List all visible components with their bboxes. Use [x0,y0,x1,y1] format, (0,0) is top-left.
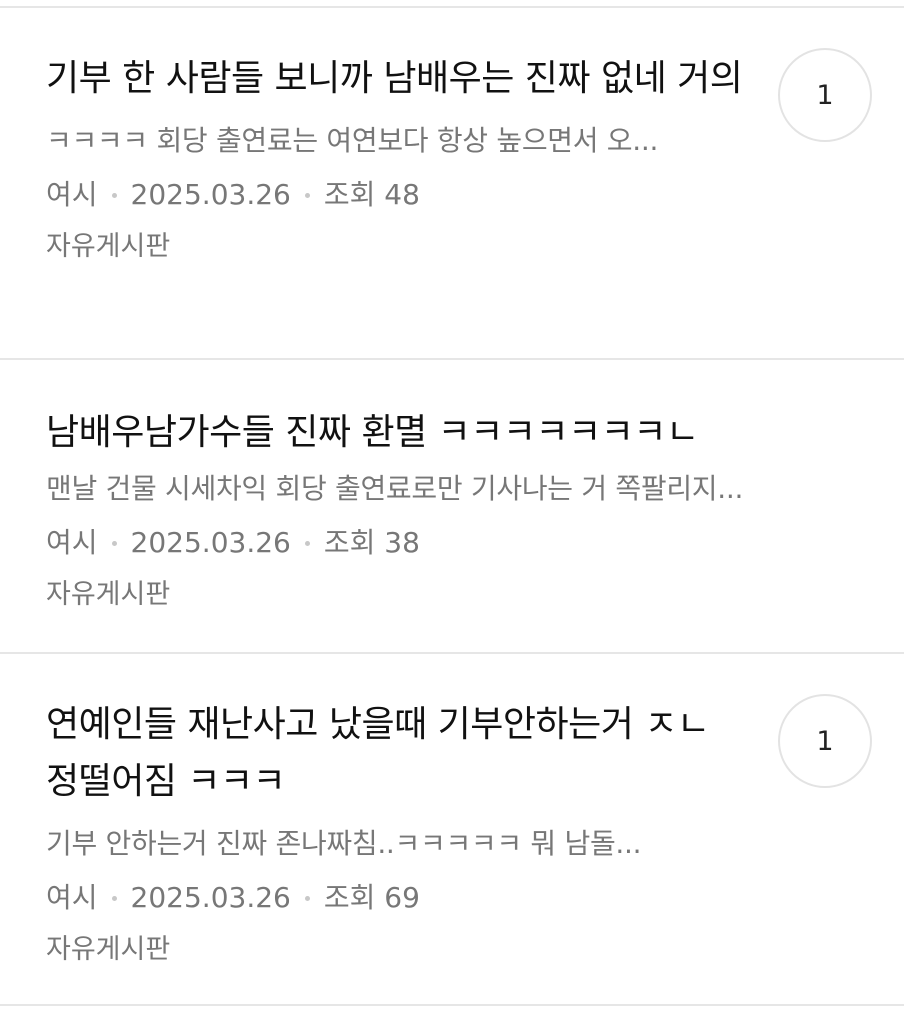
separator-dot [304,540,310,546]
post-snippet: ㅋㅋㅋㅋ 회당 출연료는 여연보다 항상 높으면서 오... [46,124,659,157]
post-board[interactable]: 자유게시판 [46,930,858,970]
post-date: 2025.03.26 [130,526,291,559]
separator-dot [111,192,117,198]
post-item[interactable]: 남배우남가수들 진짜 환멸 ㅋㅋㅋㅋㅋㅋㅋㄴ 맨날 건물 시세차익 회당 출연료… [0,360,904,654]
post-meta: 여시 2025.03.26 조회 69 [46,878,858,918]
separator-dot [304,895,310,901]
post-author: 여시 [46,526,98,559]
separator-dot [304,192,310,198]
comment-count-badge[interactable]: 1 [778,48,872,142]
post-views: 조회 38 [323,526,420,559]
post-author: 여시 [46,881,98,914]
separator-dot [111,540,117,546]
post-board[interactable]: 자유게시판 [46,575,858,615]
comment-count-badge[interactable]: 1 [778,694,872,788]
post-list: 기부 한 사람들 보니까 남배우는 진짜 없네 거의 ㅋㅋㅋㅋ 회당 출연료는 … [0,6,904,1030]
post-board[interactable]: 자유게시판 [46,227,858,267]
post-meta: 여시 2025.03.26 조회 38 [46,523,858,563]
post-item[interactable]: 기부 한 사람들 보니까 남배우는 진짜 없네 거의 ㅋㅋㅋㅋ 회당 출연료는 … [0,8,904,360]
post-item[interactable]: 연예인들 재난사고 났을때 기부안하는거 ㅈㄴ 정떨어짐 ㅋㅋㅋ 기부 안하는거… [0,654,904,1006]
post-title[interactable]: 기부 한 사람들 보니까 남배우는 진짜 없네 거의 [46,50,746,107]
post-title[interactable]: 연예인들 재난사고 났을때 기부안하는거 ㅈㄴ 정떨어짐 ㅋㅋㅋ [46,696,746,810]
post-snippet: 기부 안하는거 진짜 존나짜침..ㅋㅋㅋㅋㅋ 뭐 남돌... [46,827,642,860]
post-views: 조회 69 [323,881,420,914]
post-date: 2025.03.26 [130,881,291,914]
post-title[interactable]: 남배우남가수들 진짜 환멸 ㅋㅋㅋㅋㅋㅋㅋㄴ [46,404,746,461]
post-snippet: 맨날 건물 시세차익 회당 출연료로만 기사나는 거 쪽팔리지... [46,472,744,505]
post-views: 조회 48 [323,178,420,211]
post-meta: 여시 2025.03.26 조회 48 [46,175,858,215]
post-date: 2025.03.26 [130,178,291,211]
post-author: 여시 [46,178,98,211]
separator-dot [111,895,117,901]
